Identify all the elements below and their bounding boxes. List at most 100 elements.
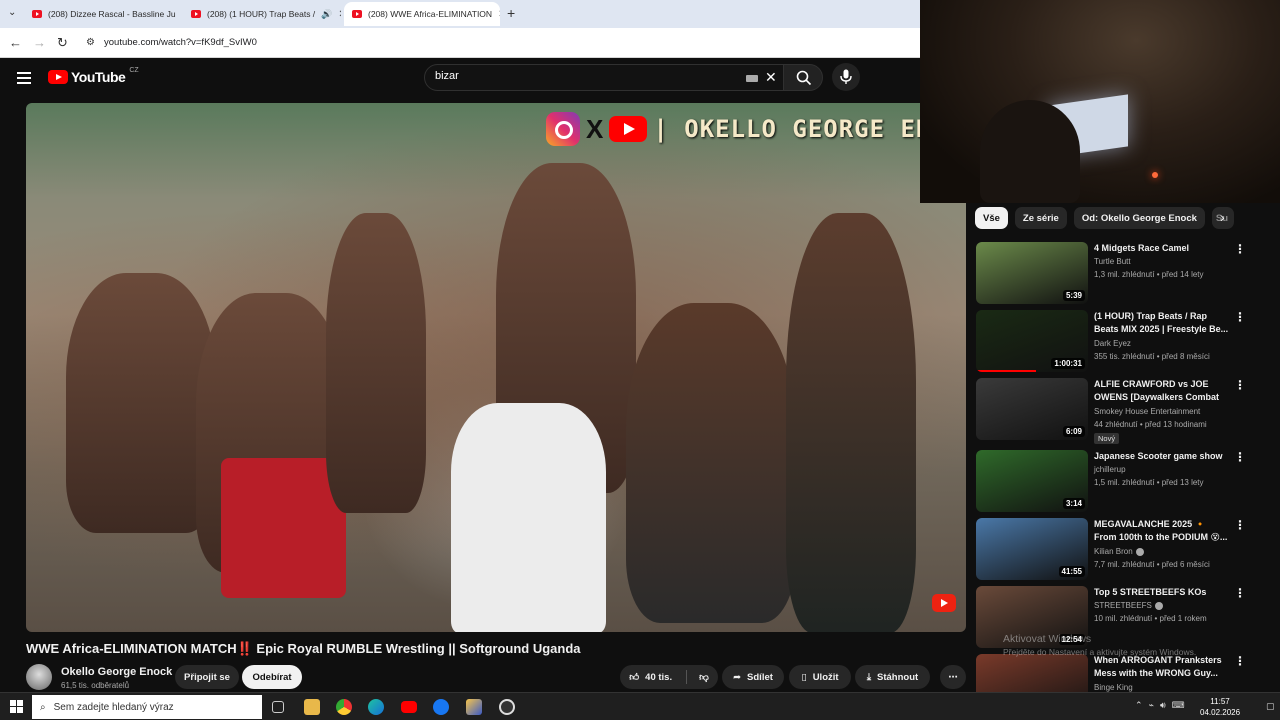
youtube-watermark-icon[interactable]	[932, 594, 956, 612]
video-title[interactable]: 4 Midgets Race Camel	[1094, 242, 1229, 255]
tab-title: (208) WWE Africa-ELIMINATION	[368, 9, 493, 19]
tab-dizzee-rascal[interactable]: (208) Dizzee Rascal - Bassline Ju ✕	[24, 2, 180, 26]
windows-start-icon[interactable]	[10, 700, 23, 713]
video-thumbnail[interactable]: 5:39	[976, 242, 1088, 304]
system-tray: ⌃ ⌁ 🔊︎ ⌨	[1135, 700, 1185, 711]
recommended-video[interactable]: 41:55 MEGAVALANCHE 2025 🔸 From 100th to …	[976, 518, 1246, 580]
video-thumbnail[interactable]	[976, 654, 1088, 692]
logo-text: YouTube	[71, 69, 126, 85]
recommended-video[interactable]: 3:14 Japanese Scooter game show jchiller…	[976, 450, 1246, 512]
more-options-icon[interactable]: ⋮	[1234, 310, 1246, 324]
youtube-logo[interactable]: YouTube CZ	[48, 66, 139, 85]
more-options-icon[interactable]: ⋮	[1234, 378, 1246, 392]
video-thumbnail[interactable]: 3:14	[976, 450, 1088, 512]
like-dislike-button[interactable]: 👍︎ 40 tis. 👎︎	[620, 665, 718, 689]
video-title[interactable]: Top 5 STREETBEEFS KOs	[1094, 586, 1229, 599]
voice-search-button[interactable]	[832, 63, 860, 91]
search-box[interactable]: ✕	[424, 64, 784, 91]
chevron-right-icon[interactable]: ›	[1220, 209, 1225, 225]
tab-search-chevron-icon[interactable]: ⌄	[8, 7, 16, 18]
audio-playing-icon[interactable]: 🔊	[321, 9, 332, 20]
thumbs-down-icon[interactable]: 👎︎	[699, 671, 709, 683]
video-duration: 3:14	[1062, 498, 1085, 509]
x-logo-icon: X	[586, 113, 604, 144]
forward-icon[interactable]: →	[33, 35, 46, 50]
channel-name-text: Kilian Bron	[1094, 547, 1133, 556]
obs-icon[interactable]	[499, 699, 515, 715]
close-tab-icon[interactable]: ✕	[338, 9, 341, 20]
channel-avatar[interactable]	[26, 664, 52, 690]
subscribe-button[interactable]: Odebírat	[242, 665, 302, 689]
back-icon[interactable]: ←	[9, 35, 22, 50]
url-field[interactable]: youtube.com/watch?v=fK9df_SvIW0	[104, 37, 257, 48]
channel-name[interactable]: jchillerup	[1094, 465, 1126, 474]
channel-name[interactable]: Okello George Enock	[61, 666, 172, 678]
recommended-video[interactable]: 5:39 4 Midgets Race Camel Turtle Butt 1,…	[976, 242, 1246, 304]
new-tab-icon[interactable]: +	[507, 5, 515, 21]
video-meta: 44 zhlédnutí • před 13 hodinami	[1094, 420, 1207, 429]
file-explorer-icon[interactable]	[304, 699, 320, 715]
activation-title: Aktivovat Windows	[1003, 633, 1092, 645]
reload-icon[interactable]: ↻	[57, 35, 68, 51]
search-button[interactable]	[783, 64, 823, 91]
more-actions-icon[interactable]: ⋯	[940, 665, 966, 689]
video-meta: 10 mil. zhlédnutí • před 1 rokem	[1094, 614, 1207, 623]
channel-name[interactable]: STREETBEEFS	[1094, 601, 1163, 610]
video-thumbnail[interactable]: 6:09	[976, 378, 1088, 440]
video-title[interactable]: ALFIE CRAWFORD vs JOE OWENS [Daywalkers …	[1094, 378, 1229, 405]
youtube-favicon-icon	[352, 10, 362, 18]
share-button[interactable]: ➦ Sdílet	[722, 665, 784, 689]
channel-name[interactable]: Smokey House Entertainment	[1094, 407, 1200, 416]
more-options-icon[interactable]: ⋮	[1234, 450, 1246, 464]
youtube-app-icon[interactable]	[401, 701, 417, 713]
channel-name[interactable]: Dark Eyez	[1094, 339, 1131, 348]
edge-icon[interactable]	[368, 699, 384, 715]
volume-icon[interactable]: 🔊︎	[1160, 700, 1166, 711]
notifications-icon[interactable]: ▢	[1266, 701, 1275, 712]
app-icon[interactable]	[466, 699, 482, 715]
video-player[interactable]: X | OKELLO GEORGE ENO	[26, 103, 966, 632]
thumbs-up-icon[interactable]: 👍︎	[629, 671, 639, 683]
video-thumbnail[interactable]: 41:55	[976, 518, 1088, 580]
chip-from-channel[interactable]: Od: Okello George Enock	[1073, 207, 1205, 229]
close-tab-icon[interactable]: ✕	[498, 9, 500, 20]
search-input[interactable]	[435, 70, 725, 82]
video-title[interactable]: MEGAVALANCHE 2025 🔸 From 100th to the PO…	[1094, 518, 1229, 544]
video-thumbnail[interactable]: 1:00:31	[976, 310, 1088, 372]
channel-name[interactable]: Turtle Butt	[1094, 257, 1131, 266]
network-icon[interactable]: ⌁	[1149, 700, 1154, 711]
more-options-icon[interactable]: ⋮	[1234, 242, 1246, 256]
region-code: CZ	[129, 66, 139, 74]
task-view-icon[interactable]	[272, 701, 284, 713]
keyboard-icon[interactable]: ⌨	[1172, 700, 1185, 711]
verified-icon	[1154, 601, 1163, 610]
more-options-icon[interactable]: ⋮	[1234, 586, 1246, 600]
more-options-icon[interactable]: ⋮	[1234, 654, 1246, 668]
more-options-icon[interactable]: ⋮	[1234, 518, 1246, 532]
sidebar-chips: Vše Ze série Od: Okello George Enock Su	[975, 207, 1234, 229]
youtube-header: YouTube CZ ✕	[0, 58, 920, 98]
facebook-icon[interactable]	[433, 699, 449, 715]
tab-wwe-africa[interactable]: (208) WWE Africa-ELIMINATION ✕	[344, 2, 500, 26]
keyboard-icon[interactable]	[746, 75, 758, 82]
clear-search-icon[interactable]: ✕	[765, 69, 777, 86]
site-info-icon[interactable]: ⚙	[86, 37, 95, 48]
download-button[interactable]: ⤓ Stáhnout	[855, 665, 930, 689]
join-button[interactable]: Připojit se	[175, 665, 239, 689]
channel-name[interactable]: Kilian Bron	[1094, 547, 1144, 556]
menu-icon[interactable]	[17, 72, 31, 87]
video-title[interactable]: Japanese Scooter game show	[1094, 450, 1229, 463]
chevron-up-icon[interactable]: ⌃	[1135, 700, 1143, 711]
tab-trap-beats[interactable]: (208) (1 HOUR) Trap Beats / 🔊 ✕	[183, 2, 341, 26]
taskbar-clock[interactable]: 11:57 04.02.2026	[1200, 696, 1240, 718]
recommended-video[interactable]: When ARROGANT Pranksters Mess with the W…	[976, 654, 1246, 692]
chrome-icon[interactable]	[336, 699, 352, 715]
save-button[interactable]: ▯ Uložit	[789, 665, 851, 689]
chip-all[interactable]: Vše	[975, 207, 1008, 229]
chip-from-series[interactable]: Ze série	[1014, 207, 1067, 229]
recommended-video[interactable]: 1:00:31 (1 HOUR) Trap Beats / Rap Beats …	[976, 310, 1246, 372]
recommended-video[interactable]: 6:09 ALFIE CRAWFORD vs JOE OWENS [Daywal…	[976, 378, 1246, 444]
video-title[interactable]: (1 HOUR) Trap Beats / Rap Beats MIX 2025…	[1094, 310, 1229, 336]
channel-name[interactable]: Binge King	[1094, 683, 1133, 692]
taskbar-search[interactable]: ⌕ Sem zadejte hledaný výraz	[32, 695, 262, 719]
